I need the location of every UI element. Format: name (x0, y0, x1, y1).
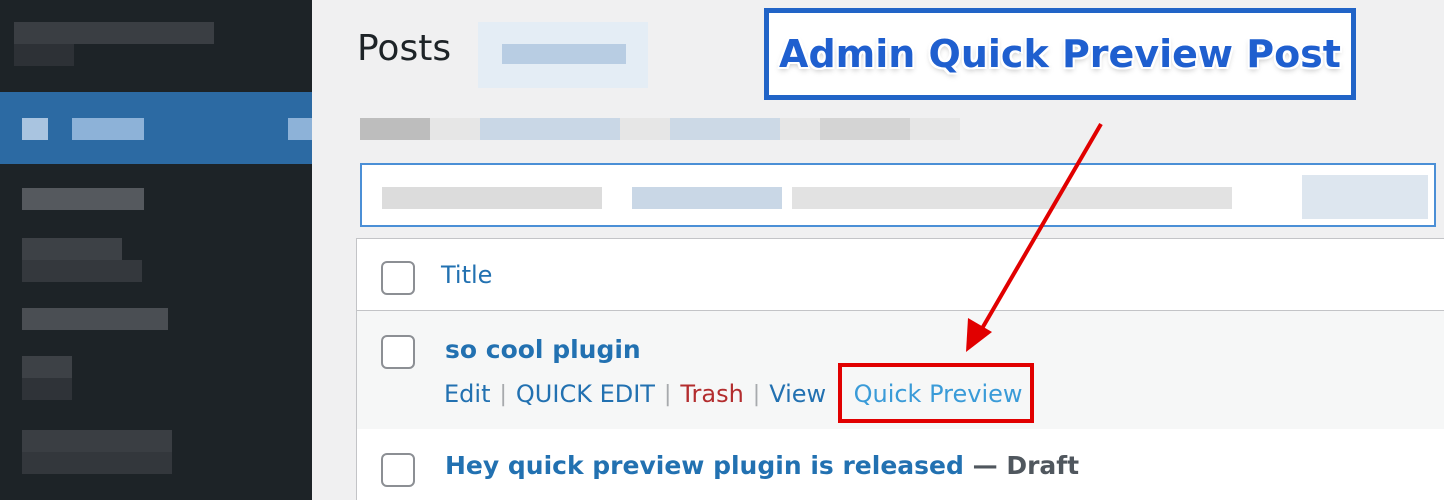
column-title-header[interactable]: Title (441, 261, 492, 289)
action-separator: | (752, 381, 761, 407)
quick-edit-link[interactable]: QUICK EDIT (516, 380, 655, 408)
view-link[interactable]: View (769, 380, 826, 408)
row-checkbox[interactable] (381, 453, 415, 487)
sidebar-item-posts-active[interactable] (0, 92, 312, 164)
action-separator: | (663, 381, 672, 407)
post-title-link[interactable]: Hey quick preview plugin is released (445, 451, 964, 480)
sidebar-item-blurred (22, 452, 172, 474)
sidebar-item-blurred (22, 378, 72, 400)
status-filter-links-blurred[interactable] (360, 118, 960, 140)
table-row: Hey quick preview plugin is released — D… (357, 429, 1444, 500)
tablenav-filters-blurred[interactable] (360, 163, 1436, 227)
table-header: Title (357, 239, 1444, 311)
sidebar-item-blurred[interactable] (22, 308, 168, 330)
sidebar-item-blurred[interactable] (22, 430, 172, 452)
post-status-label: — Draft (972, 451, 1080, 480)
sidebar-item-blurred (22, 260, 142, 282)
row-checkbox[interactable] (381, 335, 415, 369)
add-new-button-blurred[interactable] (478, 22, 648, 88)
sidebar-item-blurred[interactable] (14, 22, 214, 44)
sidebar-item-blurred[interactable] (22, 238, 122, 260)
sidebar-item-blurred[interactable] (22, 188, 144, 210)
feature-banner: Admin Quick Preview Post (764, 8, 1356, 100)
select-all-checkbox[interactable] (381, 261, 415, 295)
post-title-link[interactable]: so cool plugin (445, 335, 641, 364)
sidebar-item-blurred[interactable] (22, 356, 72, 378)
action-separator: | (499, 381, 507, 407)
banner-title: Admin Quick Preview Post (779, 32, 1341, 76)
trash-link[interactable]: Trash (680, 380, 743, 408)
edit-link[interactable]: Edit (444, 380, 490, 408)
sidebar-item-blurred (14, 44, 74, 66)
admin-sidebar (0, 0, 312, 500)
page-title: Posts (357, 28, 452, 69)
quick-preview-highlight-box (838, 363, 1034, 423)
